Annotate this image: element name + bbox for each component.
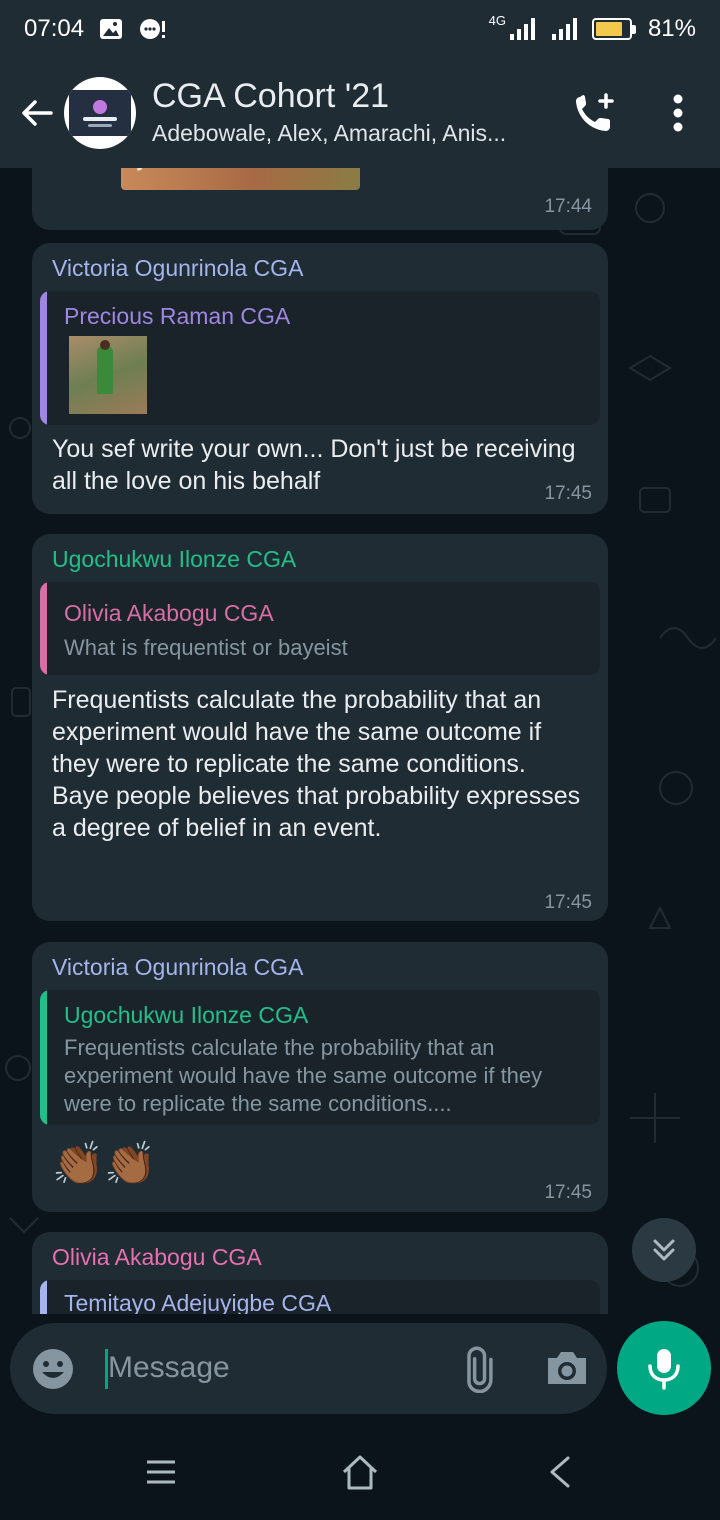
quote-bar	[40, 990, 47, 1125]
battery-icon	[591, 18, 636, 40]
group-info[interactable]: CGA Cohort '21 Adebowale, Alex, Amarachi…	[152, 76, 552, 150]
message-sender[interactable]: Olivia Akabogu CGA	[52, 1244, 262, 1271]
message-bubble[interactable]: Victoria Ogunrinola CGA Ugochukwu Ilonze…	[32, 942, 608, 1212]
chat-notification-icon	[140, 19, 166, 39]
chat-header: CGA Cohort '21 Adebowale, Alex, Amarachi…	[0, 58, 720, 168]
avatar-person-icon	[93, 99, 107, 114]
paperclip-icon	[467, 1346, 493, 1394]
chevron-double-down-icon	[653, 1239, 675, 1261]
more-options-button[interactable]	[654, 89, 702, 137]
message-text: Frequentists calculate the probability t…	[52, 686, 581, 842]
quoted-sender: Ugochukwu Ilonze CGA	[64, 1002, 309, 1028]
message-text: You sef write your own... Don't just be …	[52, 435, 576, 495]
system-nav-bar	[0, 1424, 720, 1520]
quoted-sender: Temitayo Adejuyigbe CGA	[64, 1290, 332, 1314]
home-icon	[342, 1455, 378, 1490]
message-sender[interactable]: Ugochukwu Ilonze CGA	[52, 546, 296, 573]
message-bubble[interactable]: Victoria Ogunrinola CGA Precious Raman C…	[32, 243, 608, 514]
message-image[interactable]: njotter	[121, 168, 360, 190]
message-time: 17:45	[544, 892, 592, 913]
camera-button[interactable]	[542, 1343, 592, 1393]
quoted-message[interactable]: Precious Raman CGA	[40, 291, 600, 425]
mic-icon	[648, 1349, 680, 1390]
quoted-message[interactable]: Olivia Akabogu CGA What is frequentist o…	[40, 582, 600, 675]
quote-bar	[40, 1280, 47, 1314]
camera-icon	[548, 1352, 586, 1384]
quote-bar	[40, 291, 47, 425]
message-sender[interactable]: Victoria Ogunrinola CGA	[52, 255, 303, 282]
arrow-left-icon	[22, 100, 53, 126]
network-type: 4G	[488, 12, 506, 28]
message-list[interactable]: njotter 17:44 Victoria Ogunrinola CGA Pr…	[0, 168, 720, 1314]
message-bubble[interactable]: Ugochukwu Ilonze CGA Olivia Akabogu CGA …	[32, 534, 608, 921]
more-vert-icon	[673, 94, 683, 132]
message-time: 17:45	[544, 483, 592, 504]
status-bar: 07:04 4G 81%	[0, 0, 720, 58]
gallery-notification-icon	[100, 19, 123, 39]
voice-record-button[interactable]	[617, 1321, 711, 1415]
group-avatar[interactable]	[64, 77, 136, 149]
quoted-message[interactable]: Ugochukwu Ilonze CGA Frequentists calcul…	[40, 990, 600, 1125]
quoted-image-thumbnail	[69, 336, 147, 414]
emoji-button[interactable]	[32, 1348, 74, 1390]
scroll-to-bottom-button[interactable]	[632, 1218, 696, 1282]
nav-back-button[interactable]	[536, 1448, 584, 1496]
signal-icon	[509, 18, 535, 40]
quote-bar	[40, 582, 47, 675]
avatar-text-line	[83, 116, 117, 121]
image-caption: njotter	[123, 168, 198, 172]
signal-icon-2	[551, 18, 577, 40]
nav-recents-button[interactable]	[137, 1448, 185, 1496]
message-composer	[10, 1323, 607, 1414]
back-button[interactable]	[12, 88, 62, 138]
message-time: 17:45	[544, 1182, 592, 1203]
menu-lines-icon	[147, 1460, 175, 1484]
battery-percent: 81%	[647, 15, 696, 42]
attach-button[interactable]	[456, 1343, 506, 1394]
phone-plus-icon	[576, 93, 614, 131]
group-title: CGA Cohort '21	[152, 77, 390, 115]
chevron-left-icon	[550, 1456, 570, 1488]
quoted-message[interactable]: Temitayo Adejuyigbe CGA	[40, 1280, 600, 1314]
quoted-sender: Precious Raman CGA	[64, 303, 291, 329]
message-sender[interactable]: Victoria Ogunrinola CGA	[52, 954, 303, 981]
message-emoji: 👏🏾👏🏾	[52, 1140, 157, 1187]
clock: 07:04	[24, 15, 85, 42]
nav-home-button[interactable]	[336, 1448, 384, 1496]
group-members: Adebowale, Alex, Amarachi, Anis...	[152, 120, 507, 146]
message-bubble[interactable]: Olivia Akabogu CGA Temitayo Adejuyigbe C…	[32, 1232, 608, 1314]
message-bubble[interactable]: njotter 17:44	[32, 168, 608, 230]
message-input[interactable]	[108, 1343, 438, 1393]
quoted-sender: Olivia Akabogu CGA	[64, 600, 274, 626]
add-call-button[interactable]	[570, 89, 618, 137]
emoji-icon	[33, 1349, 73, 1389]
quoted-text: Frequentists calculate the probability t…	[64, 1035, 543, 1116]
quoted-text: What is frequentist or bayeist	[64, 635, 348, 660]
message-time: 17:44	[544, 196, 592, 217]
